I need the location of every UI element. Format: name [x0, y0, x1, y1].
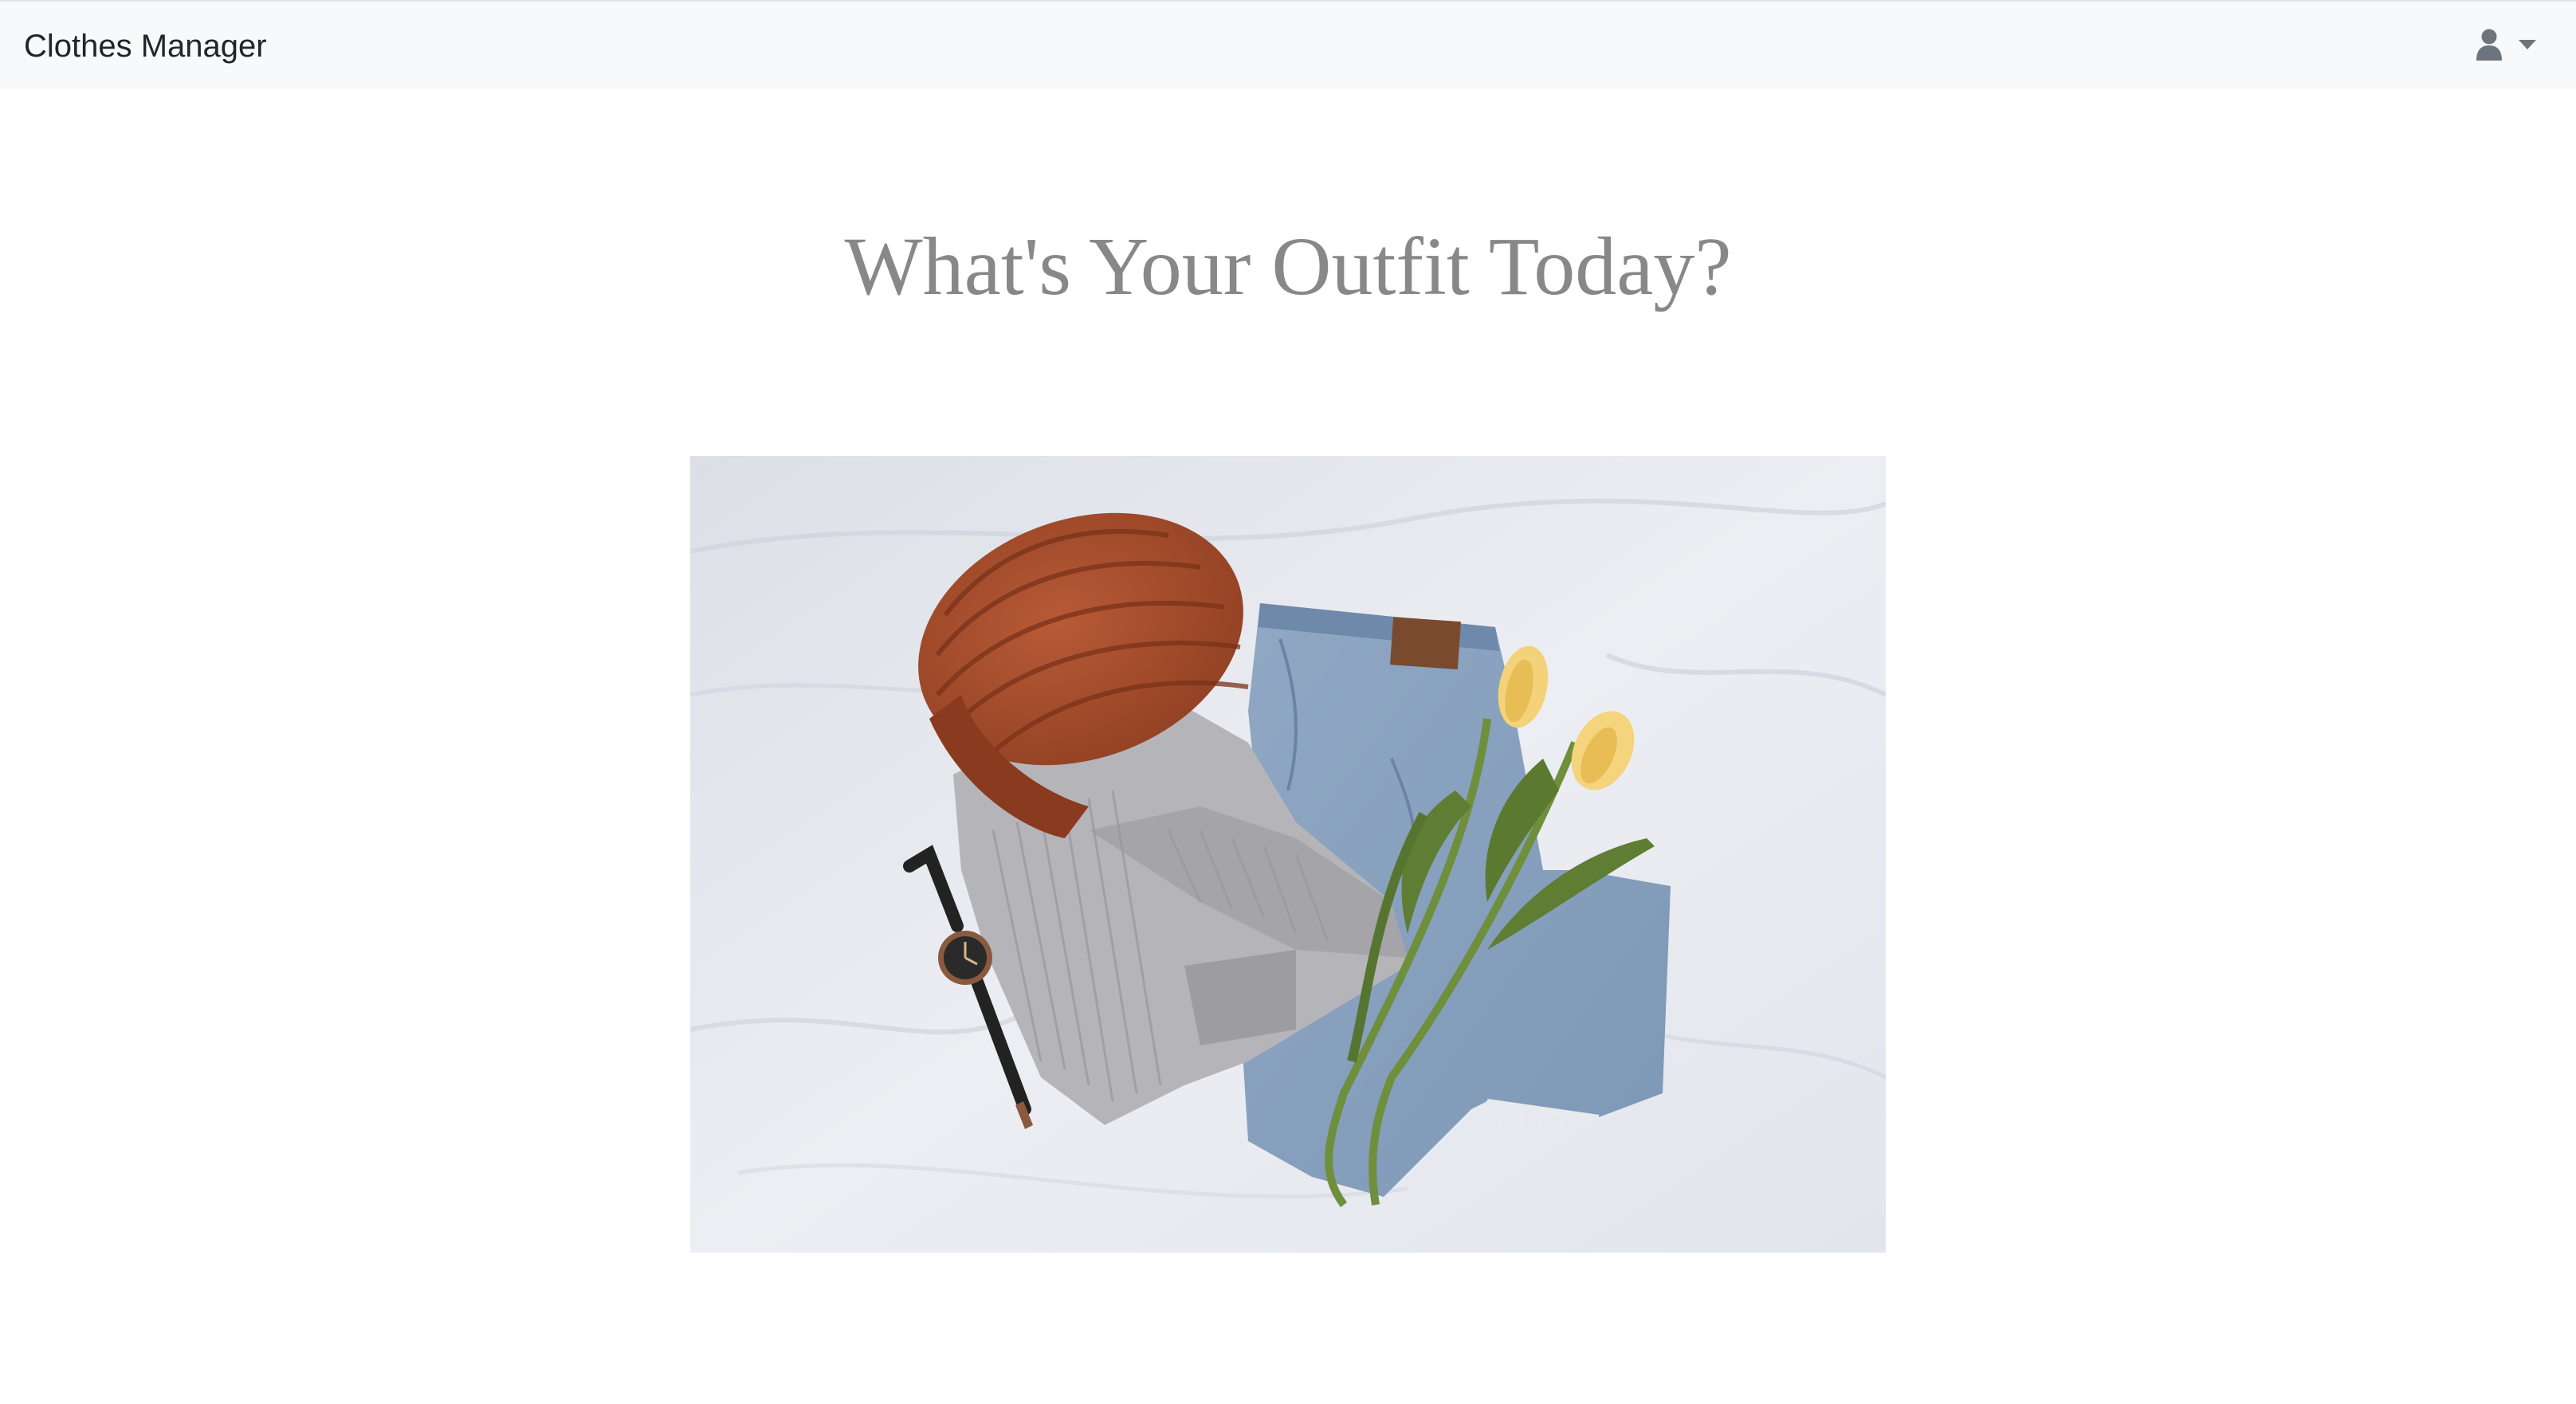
brand-link[interactable]: Clothes Manager	[24, 25, 267, 67]
navbar: Clothes Manager	[0, 0, 2576, 89]
page-title: What's Your Outfit Today?	[844, 221, 1732, 312]
user-menu-dropdown[interactable]	[2476, 29, 2547, 64]
user-icon	[2476, 29, 2502, 61]
caret-down-icon	[2519, 40, 2536, 49]
outfit-image	[690, 456, 1886, 1253]
